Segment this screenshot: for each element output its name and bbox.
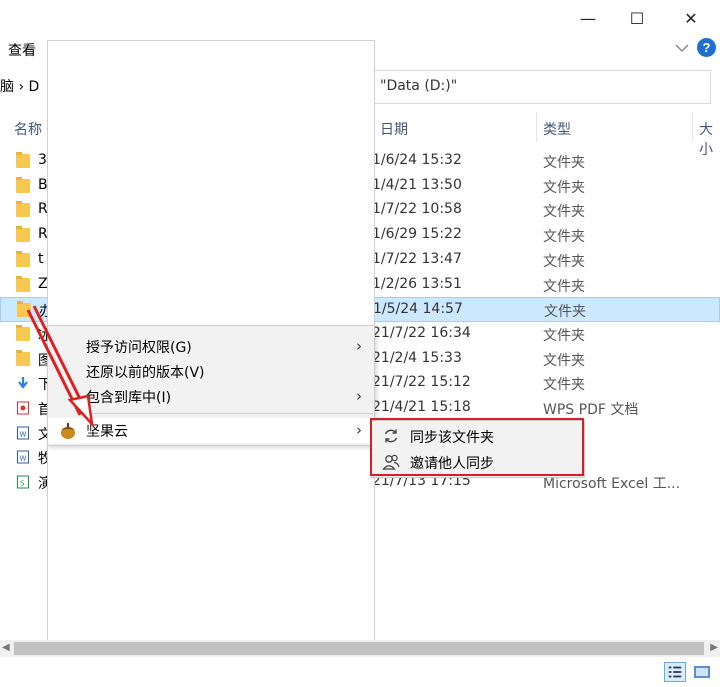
status-bar [0,657,720,687]
column-header-name[interactable]: 名称 [14,119,42,139]
menu-item-label: 同步该文件夹 [410,430,494,446]
menu-divider [86,413,373,414]
large-icons-view-icon[interactable] [691,662,713,682]
download-icon [16,376,30,390]
scrollbar-thumb[interactable] [14,642,704,655]
chevron-right-icon: › [356,387,362,405]
folder-icon [16,324,30,341]
folder-icon [17,301,31,318]
file-date: 1/2/26 13:51 [372,275,462,292]
word-icon: W [16,450,30,464]
svg-text:W: W [20,430,27,438]
svg-text:S: S [20,480,25,488]
file-type: 文件夹 [543,377,585,394]
file-date: 21/7/22 15:12 [372,374,471,391]
file-type: 文件夹 [543,179,585,196]
search-placeholder: "Data (D:)" [380,78,458,94]
column-header-date[interactable]: 日期 [380,119,408,139]
file-type: 文件夹 [543,155,585,171]
file-type: 文件夹 [543,229,585,246]
menu-item-jianguoyun[interactable]: 坚果云 › [48,418,374,443]
file-type: 文件夹 [544,304,586,321]
users-icon [382,454,400,470]
file-type: 文件夹 [543,204,585,221]
folder-icon [16,201,30,218]
jianguoyun-submenu: 同步该文件夹 邀请他人同步 [371,420,585,478]
menu-item-label: 坚果云 [86,424,128,440]
pdf-icon [16,401,30,415]
file-date: 1/4/21 13:50 [372,176,462,193]
scroll-left-icon[interactable]: ◀ [2,642,10,653]
maximize-button[interactable]: ☐ [614,0,660,36]
folder-icon [16,275,30,292]
file-date: 21/4/21 15:18 [372,399,471,415]
breadcrumb[interactable]: 脑 › D [0,76,39,96]
menu-item-label: 授予访问权限(G) [86,340,192,356]
folder-icon [16,176,30,193]
file-type: 文件夹 [543,253,585,270]
menu-item-label: 还原以前的版本(V) [86,365,205,381]
menu-item-grant-access[interactable]: 授予访问权限(G) › [48,334,374,359]
column-divider[interactable] [692,112,693,142]
file-date: 1/7/22 13:47 [372,250,462,267]
help-icon[interactable]: ? [697,38,716,57]
file-date: 21/7/22 16:34 [372,324,471,341]
file-date: 21/2/4 15:33 [372,349,462,366]
file-date: 1/7/22 10:58 [372,201,462,218]
minimize-button[interactable]: — [565,0,611,36]
file-date: 1/5/24 14:57 [373,301,463,318]
menu-item-invite-sync[interactable]: 邀请他人同步 [372,449,584,475]
folder-icon [16,349,30,366]
details-view-icon[interactable] [664,662,686,682]
sync-icon [384,429,398,443]
column-header-type[interactable]: 类型 [543,119,571,139]
horizontal-scrollbar[interactable]: ◀ ▶ [0,640,720,657]
file-name: 3 [38,152,47,168]
excel-icon: S [16,475,30,489]
context-menu: 授予访问权限(G) › 还原以前的版本(V) 包含到库中(I) › 坚果云 › [47,325,375,446]
chevron-right-icon: › [356,421,362,439]
menu-item-label: 包含到库中(I) [86,390,172,406]
menu-item-label: 邀请他人同步 [410,456,494,472]
file-type: 文件夹 [543,327,585,344]
acorn-icon [61,423,75,439]
menu-item-restore-versions[interactable]: 还原以前的版本(V) [48,359,374,384]
menu-item-sync-folder[interactable]: 同步该文件夹 [372,423,584,449]
chevron-right-icon: › [356,337,362,355]
file-type: 文件夹 [543,352,585,369]
file-type: WPS PDF 文档 [543,402,639,418]
word-icon: W [16,426,30,440]
folder-icon [16,226,30,243]
menu-item-include-in-library[interactable]: 包含到库中(I) › [48,384,374,409]
scroll-right-icon[interactable]: ▶ [710,642,718,653]
view-tab[interactable]: 查看 [8,40,36,60]
svg-text:W: W [20,455,27,463]
file-name: t [38,250,44,267]
folder-icon [16,250,30,267]
column-divider[interactable] [536,112,537,142]
folder-icon [16,152,30,168]
file-type: 文件夹 [543,278,585,295]
chevron-down-icon[interactable] [672,40,692,56]
file-date: 1/6/24 15:32 [372,152,462,168]
close-button[interactable]: ✕ [668,0,714,36]
file-date: 1/6/29 15:22 [372,226,462,243]
